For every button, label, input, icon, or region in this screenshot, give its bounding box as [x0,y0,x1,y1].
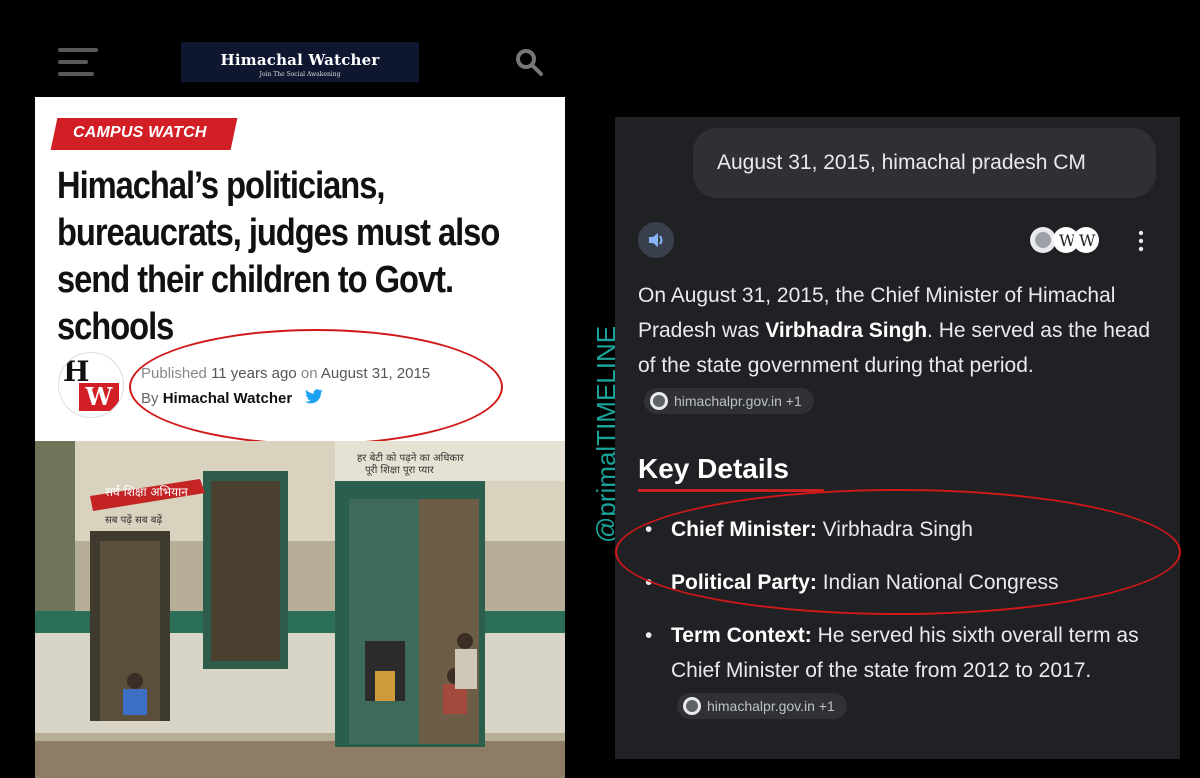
logo-tagline: Join The Social Awakening [259,71,341,78]
annotation-circle [129,329,503,445]
photo-wall-text-1: सर्व शिक्षा अभियान [105,485,188,499]
menu-icon[interactable] [58,48,98,78]
source-chip[interactable]: himachalpr.gov.in +1 [677,693,847,719]
source-chip-label: himachalpr.gov.in +1 [674,393,802,409]
query-bubble[interactable]: August 31, 2015, himachal pradesh CM [693,128,1156,198]
source-icons[interactable]: W W [1028,225,1102,255]
article-headline: Himachal’s politicians, bureaucrats, jud… [57,165,500,348]
logo-text: Himachal Watcher [220,51,380,69]
photo-wall-text-3: हर बेटी को पढ़ने का अधिकार [357,452,465,464]
photo-wall-text-4: पूरी शिक्षा पूरा प्यार [365,464,435,476]
article-card: CAMPUS WATCH Himachal’s politicians, bur… [35,97,565,778]
article-photo: सर्व शिक्षा अभियान सब पढ़ें सब बढ़ें हर … [35,441,565,778]
source-chip-label: himachalpr.gov.in +1 [707,698,835,714]
author-avatar[interactable]: H W [58,352,124,418]
category-tag[interactable]: CAMPUS WATCH [73,124,207,142]
svg-text:W: W [1079,231,1096,250]
annotation-underline [638,489,824,492]
more-vert-icon[interactable] [1138,229,1144,253]
site-logo[interactable]: Himachal Watcher Join The Social Awakeni… [181,42,419,82]
speaker-icon[interactable] [638,222,674,258]
annotation-circle [615,489,1181,615]
globe-icon [683,697,701,715]
globe-icon [650,392,668,410]
detail-label: Term Context: [671,624,812,647]
ai-answer-card: August 31, 2015, himachal pradesh CM W W… [615,117,1181,759]
answer-bold: Virbhadra Singh [765,319,928,342]
key-details-title: Key Details [638,453,789,484]
avatar-letter-w: W [79,383,119,411]
answer-text: On August 31, 2015, the Chief Minister o… [638,278,1158,418]
source-chip[interactable]: himachalpr.gov.in +1 [644,388,814,414]
search-icon[interactable] [514,47,544,77]
photo-wall-text-2: सब पढ़ें सब बढ़ें [105,514,162,526]
list-item: Term Context: He served his sixth overal… [643,618,1173,723]
